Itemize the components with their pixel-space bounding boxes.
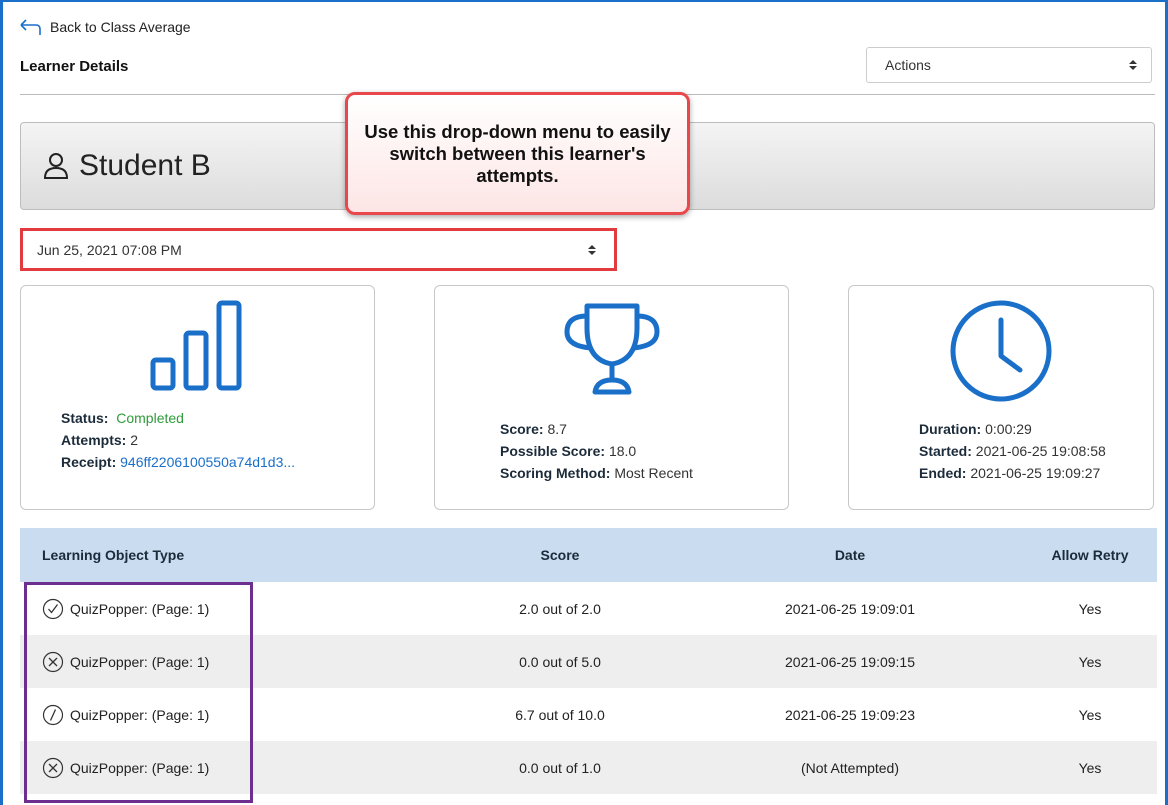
possible-score-line: Possible Score: 18.0 — [500, 443, 637, 459]
possible-score-value: 18.0 — [608, 443, 637, 459]
status-card: Status: Completed Attempts: 2 Receipt: 9… — [20, 285, 375, 510]
score-line: Score: 8.7 — [500, 421, 567, 437]
x-circle-icon — [42, 757, 64, 778]
row-score: 0.0 out of 1.0 — [519, 759, 601, 776]
student-name: Student B — [79, 149, 211, 182]
actions-dropdown-value: Actions — [885, 57, 931, 73]
score-card: Score: 8.7 Possible Score: 18.0 Scoring … — [434, 285, 789, 510]
callout-text: Use this drop-down menu to easily switch… — [364, 120, 671, 186]
attempts-value: 2 — [130, 432, 139, 448]
scoring-method-line: Scoring Method: Most Recent — [500, 465, 693, 481]
started-line: Started: 2021-06-25 19:08:58 — [919, 443, 1106, 459]
check-circle-icon — [42, 598, 64, 619]
duration-line: Duration: 0:00:29 — [919, 421, 1032, 437]
row-date: 2021-06-25 19:09:23 — [785, 706, 915, 723]
status-line: Status: Completed — [61, 410, 184, 426]
score-value: 8.7 — [547, 421, 567, 437]
page-title: Learner Details — [20, 58, 129, 75]
column-header-date[interactable]: Date — [740, 528, 960, 582]
column-header-score[interactable]: Score — [460, 528, 660, 582]
x-circle-icon — [42, 651, 64, 672]
receipt-link[interactable]: 946ff2206100550a74d1d3... — [120, 454, 295, 470]
trophy-icon — [563, 303, 660, 395]
learning-object-type: QuizPopper: (Page: 1) — [70, 706, 210, 723]
column-header-type[interactable]: Learning Object Type — [42, 528, 184, 582]
scoring-method-value: Most Recent — [614, 465, 693, 481]
status-value: Completed — [116, 410, 184, 426]
partial-circle-icon — [42, 704, 64, 725]
table-row[interactable]: QuizPopper: (Page: 1) 0.0 out of 5.0 202… — [20, 635, 1157, 688]
actions-dropdown[interactable]: Actions — [866, 47, 1152, 83]
table-row[interactable]: QuizPopper: (Page: 1) 2.0 out of 2.0 202… — [20, 582, 1157, 635]
learning-object-type: QuizPopper: (Page: 1) — [70, 653, 210, 670]
back-link-label: Back to Class Average — [50, 19, 191, 35]
row-date: 2021-06-25 19:09:15 — [785, 653, 915, 670]
started-value: 2021-06-25 19:08:58 — [975, 443, 1106, 459]
row-allow-retry: Yes — [1078, 653, 1102, 670]
clock-icon — [950, 300, 1052, 402]
back-to-class-average-link[interactable]: Back to Class Average — [20, 18, 191, 36]
time-card: Duration: 0:00:29 Started: 2021-06-25 19… — [848, 285, 1154, 510]
table-row[interactable]: QuizPopper: (Page: 1) 0.0 out of 1.0 (No… — [20, 741, 1157, 794]
duration-value: 0:00:29 — [985, 421, 1032, 437]
learning-object-type: QuizPopper: (Page: 1) — [70, 759, 210, 776]
column-header-allow-retry[interactable]: Allow Retry — [1030, 528, 1150, 582]
row-date: (Not Attempted) — [800, 759, 900, 776]
ended-value: 2021-06-25 19:09:27 — [970, 465, 1101, 481]
receipt-line: Receipt: 946ff2206100550a74d1d3... — [61, 454, 296, 470]
row-allow-retry: Yes — [1078, 759, 1102, 776]
row-allow-retry: Yes — [1078, 600, 1102, 617]
back-arrow-icon — [20, 19, 41, 35]
attempt-dropdown[interactable]: Jun 25, 2021 07:08 PM — [20, 228, 617, 271]
ended-line: Ended: 2021-06-25 19:09:27 — [919, 465, 1101, 481]
callout-annotation: Use this drop-down menu to easily switch… — [345, 92, 690, 215]
user-icon — [43, 153, 69, 179]
bar-chart-icon — [150, 300, 241, 391]
attempt-dropdown-value: Jun 25, 2021 07:08 PM — [37, 241, 182, 258]
row-date: 2021-06-25 19:09:01 — [785, 600, 915, 617]
select-arrows-icon — [588, 244, 596, 255]
table-header: Learning Object Type Score Date Allow Re… — [20, 528, 1157, 582]
learning-object-type: QuizPopper: (Page: 1) — [70, 600, 210, 617]
select-arrows-icon — [1129, 60, 1137, 70]
row-score: 0.0 out of 5.0 — [519, 653, 601, 670]
row-allow-retry: Yes — [1078, 706, 1102, 723]
row-score: 2.0 out of 2.0 — [519, 600, 601, 617]
table-row[interactable]: QuizPopper: (Page: 1) 6.7 out of 10.0 20… — [20, 688, 1157, 741]
attempts-line: Attempts: 2 — [61, 432, 139, 448]
row-score: 6.7 out of 10.0 — [515, 706, 605, 723]
